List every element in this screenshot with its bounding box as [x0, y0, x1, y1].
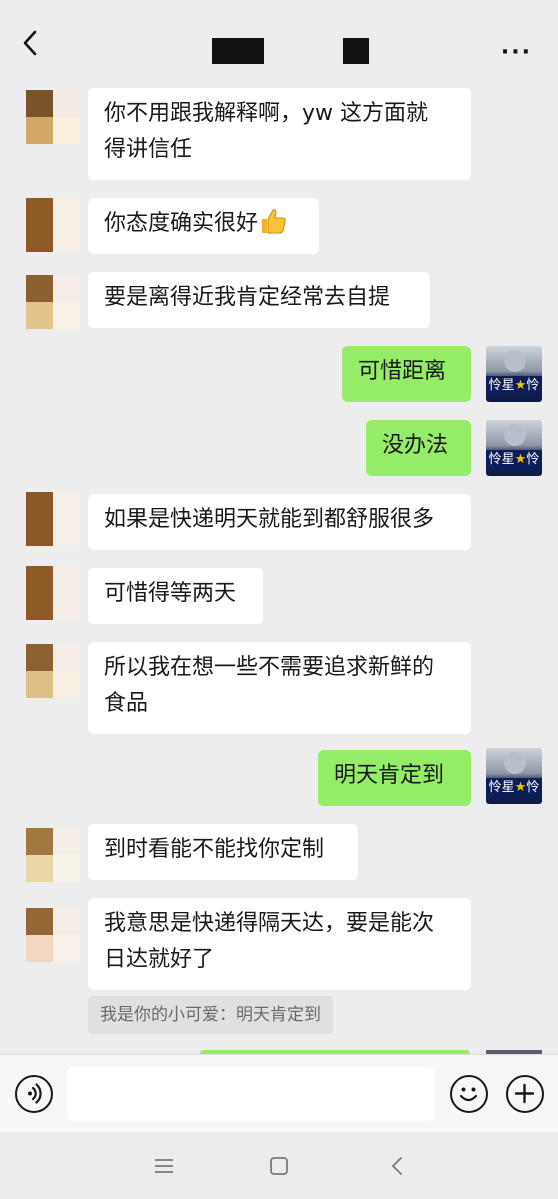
more-dots-icon[interactable]: ··· [501, 40, 532, 65]
chevron-left-icon[interactable] [18, 28, 44, 58]
message-text: 没办法 [382, 433, 449, 458]
message-text: 明天肯定到 [334, 763, 445, 788]
redacted-title-part [343, 38, 369, 64]
message-text-line: 所以我在想一些不需要追求新鲜的 [104, 655, 435, 680]
emoji-smile-icon[interactable] [450, 1075, 488, 1113]
thumbs-up-icon [262, 209, 286, 234]
message-bubble-incoming[interactable]: 可惜得等两天 [88, 568, 263, 624]
message-bubble-incoming[interactable]: 如果是快递明天就能到都舒服很多 [88, 494, 471, 550]
message-text: 要是离得近我肯定经常去自提 [104, 285, 391, 310]
my-avatar[interactable]: 怜星★怜 [486, 420, 542, 476]
message-text: 可惜距离 [358, 359, 447, 384]
message-text: 如果是快递明天就能到都舒服很多 [104, 507, 435, 532]
contact-avatar[interactable] [26, 908, 80, 962]
message-text: 到时看能不能找你定制 [104, 837, 325, 862]
message-bubble-incoming[interactable]: 我意思是快递得隔天达，要是能次 日达就好了 [88, 898, 471, 990]
message-bubble-outgoing[interactable]: 明天肯定到 [318, 750, 471, 806]
message-input[interactable] [67, 1067, 435, 1121]
message-text-line: 得讲信任 [104, 137, 193, 162]
message-bubble-incoming[interactable]: 到时看能不能找你定制 [88, 824, 358, 880]
message-bubble-outgoing[interactable]: 没办法 [366, 420, 471, 476]
message-text-line: 食品 [104, 691, 149, 716]
message-text-line: 日达就好了 [104, 947, 215, 972]
message-bubble-incoming[interactable]: 要是离得近我肯定经常去自提 [88, 272, 430, 328]
message-bubble-outgoing[interactable]: 可惜距离 [342, 346, 471, 402]
message-text-line: 我意思是快递得隔天达，要是能次 [104, 911, 435, 936]
message-bubble-incoming[interactable]: 你不用跟我解释啊，yw 这方面就 得讲信任 [88, 88, 471, 180]
voice-icon[interactable] [15, 1075, 53, 1113]
my-avatar[interactable]: 怜星★怜 [486, 346, 542, 402]
redacted-title-part [212, 38, 264, 64]
contact-avatar[interactable] [26, 275, 80, 329]
input-bar [0, 1054, 558, 1132]
chat-header: ··· [0, 0, 558, 88]
contact-avatar[interactable] [26, 644, 80, 698]
message-text: 你态度确实很好 [104, 211, 259, 236]
message-text: 可惜得等两天 [104, 581, 237, 606]
plus-circle-icon[interactable] [506, 1075, 544, 1113]
home-square-icon[interactable] [268, 1155, 290, 1177]
message-bubble-incoming[interactable]: 所以我在想一些不需要追求新鲜的 食品 [88, 642, 471, 734]
contact-avatar[interactable] [26, 828, 80, 882]
menu-lines-icon[interactable] [153, 1157, 175, 1175]
contact-avatar[interactable] [26, 198, 80, 252]
message-bubble-incoming[interactable]: 你态度确实很好 [88, 198, 319, 254]
nav-back-icon[interactable] [389, 1155, 405, 1177]
quoted-reply[interactable]: 我是你的小可爱：明天肯定到 [88, 996, 333, 1034]
contact-avatar[interactable] [26, 90, 80, 144]
message-text-line: 你不用跟我解释啊，yw 这方面就 [104, 101, 429, 126]
contact-avatar[interactable] [26, 492, 80, 546]
contact-avatar[interactable] [26, 566, 80, 620]
my-avatar[interactable]: 怜星★怜 [486, 748, 542, 804]
system-navigation-bar [0, 1132, 558, 1199]
